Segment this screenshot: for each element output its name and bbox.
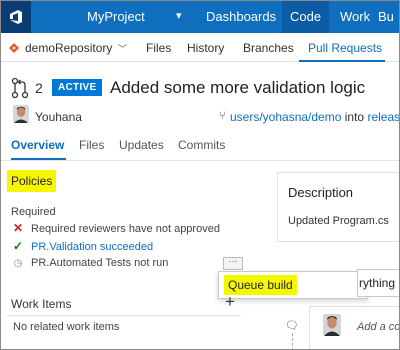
- policy-item: ◷ PR.Automated Tests not run: [11, 257, 169, 269]
- policy-text: PR.Automated Tests not run: [31, 257, 169, 269]
- active-nav-underline: [299, 60, 385, 62]
- branch-icon: ⑂: [219, 110, 226, 122]
- timeline-connector: [292, 333, 294, 349]
- source-branch-link[interactable]: users/yohasna/demo: [230, 110, 341, 124]
- repo-selector[interactable]: demoRepository: [25, 41, 112, 55]
- add-work-item-button[interactable]: +: [225, 292, 235, 312]
- app-frame: MyProject ▾ Dashboards Code Work Bu demo…: [0, 0, 400, 350]
- target-branch-link[interactable]: release: [367, 110, 399, 124]
- status-badge: ACTIVE: [52, 79, 103, 96]
- x-icon: ✕: [12, 221, 24, 235]
- required-label: Required: [11, 206, 56, 218]
- nav-pull-requests[interactable]: Pull Requests: [308, 41, 382, 55]
- nav-files[interactable]: Files: [146, 41, 171, 55]
- description-heading: Description: [288, 185, 354, 200]
- divider: [7, 315, 241, 316]
- description-text: Updated Program.cs: [288, 215, 389, 227]
- policy-link[interactable]: PR.Validation succeeded: [31, 241, 153, 253]
- tab-updates[interactable]: Updates: [119, 138, 164, 152]
- check-icon: ✓: [12, 239, 24, 253]
- sub-nav: demoRepository ﹀ Files History Branches …: [1, 33, 399, 62]
- work-items-empty-text: No related work items: [13, 321, 120, 333]
- context-menu: Queue build: [218, 271, 368, 299]
- avatar[interactable]: [13, 105, 29, 123]
- chevron-down-icon[interactable]: ﹀: [118, 42, 127, 55]
- pull-request-icon: [11, 77, 29, 99]
- vsts-logo-icon[interactable]: [1, 1, 31, 33]
- pr-count: 2: [35, 80, 43, 96]
- more-actions-button[interactable]: ···: [223, 257, 243, 270]
- avatar: [323, 314, 341, 336]
- page-title: Added some more validation logic: [110, 78, 366, 97]
- project-name[interactable]: MyProject: [87, 9, 145, 24]
- filter-value: rything: [359, 276, 396, 290]
- clock-icon: ◷: [13, 258, 23, 269]
- policies-heading: Policies: [7, 170, 57, 192]
- policy-item: ✓ PR.Validation succeeded: [11, 239, 153, 253]
- author-name[interactable]: Youhana: [35, 110, 82, 124]
- tab-overview[interactable]: Overview: [11, 138, 64, 152]
- discussion-filter-dropdown[interactable]: rything: [357, 269, 399, 297]
- comment-icon: 🗨: [285, 320, 299, 332]
- policy-item: ✕ Required reviewers have not approved: [11, 221, 220, 235]
- divider: [1, 160, 399, 161]
- hub-dashboards[interactable]: Dashboards: [198, 1, 284, 33]
- tab-files[interactable]: Files: [79, 138, 104, 152]
- hub-build[interactable]: Bu: [370, 1, 399, 33]
- top-bar: MyProject ▾ Dashboards Code Work Bu: [1, 1, 399, 33]
- description-card: Description Updated Program.cs: [277, 172, 399, 242]
- hub-code[interactable]: Code: [282, 1, 330, 33]
- nav-branches[interactable]: Branches: [243, 41, 294, 55]
- branch-info: users/yohasna/demo into release: [230, 110, 399, 124]
- into-label: into: [344, 110, 365, 124]
- policy-text: Required reviewers have not approved: [31, 223, 220, 235]
- chevron-down-icon[interactable]: ▾: [176, 9, 182, 22]
- work-items-heading: Work Items: [11, 297, 72, 311]
- repo-icon: [9, 43, 19, 53]
- comment-input[interactable]: Add a co: [357, 321, 399, 333]
- nav-history[interactable]: History: [187, 41, 224, 55]
- tab-commits[interactable]: Commits: [178, 138, 225, 152]
